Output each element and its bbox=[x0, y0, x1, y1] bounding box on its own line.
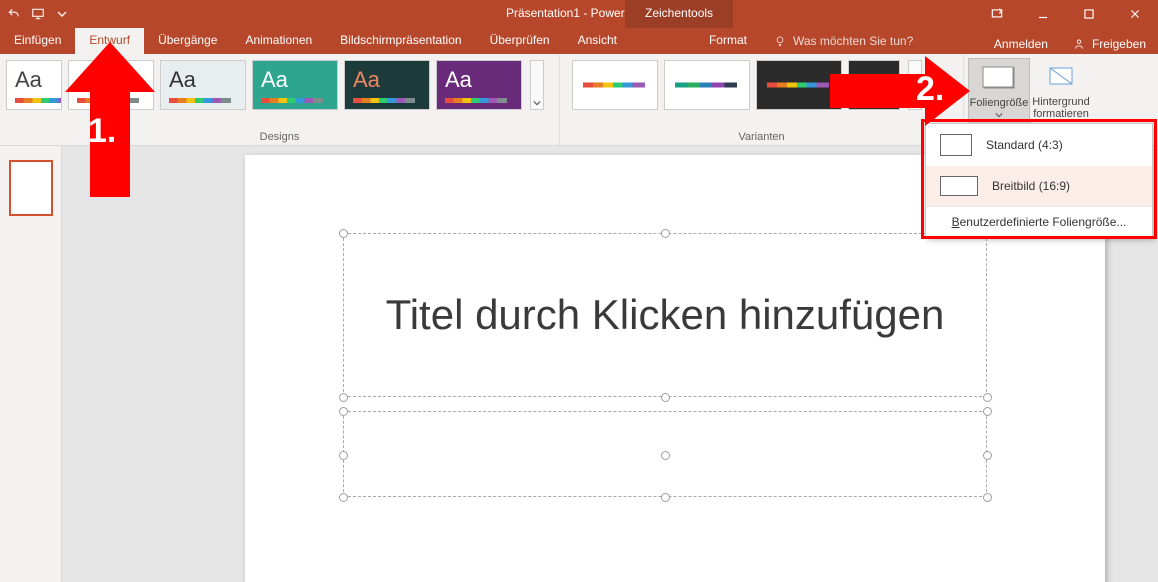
contextual-tab-zeichentools[interactable]: Zeichentools bbox=[625, 0, 733, 28]
ribbon-display-options-icon[interactable] bbox=[974, 0, 1020, 28]
variant-thumb[interactable] bbox=[848, 60, 900, 110]
slide-size-icon bbox=[980, 63, 1018, 93]
slide-size-custom[interactable]: Benutzerdefinierte Foliengröße... bbox=[926, 207, 1152, 237]
tab-bildschirmpraesentation[interactable]: Bildschirmpräsentation bbox=[326, 28, 475, 54]
selection-handle[interactable] bbox=[661, 493, 670, 502]
variant-thumb[interactable] bbox=[756, 60, 842, 110]
selection-handle[interactable] bbox=[661, 451, 670, 460]
selection-handle[interactable] bbox=[661, 229, 670, 238]
theme-thumb[interactable]: Aa bbox=[6, 60, 62, 110]
selection-handle[interactable] bbox=[983, 393, 992, 402]
tab-format[interactable]: Format bbox=[695, 28, 761, 54]
theme-thumb[interactable]: Aa bbox=[68, 60, 154, 110]
slide-thumbnail-1[interactable] bbox=[9, 160, 53, 216]
theme-thumb[interactable]: Aa bbox=[436, 60, 522, 110]
title-placeholder[interactable]: Titel durch Klicken hinzufügen bbox=[343, 233, 987, 397]
tab-entwurf[interactable]: Entwurf bbox=[75, 28, 144, 54]
minimize-icon[interactable] bbox=[1020, 0, 1066, 28]
tab-uebergaenge[interactable]: Übergänge bbox=[144, 28, 231, 54]
qat-more-icon[interactable] bbox=[54, 6, 70, 22]
tell-me-search[interactable]: Was möchten Sie tun? bbox=[761, 28, 982, 54]
variant-thumb[interactable] bbox=[572, 60, 658, 110]
selection-handle[interactable] bbox=[339, 407, 348, 416]
share-button[interactable]: Freigeben bbox=[1060, 32, 1158, 51]
chevron-down-icon bbox=[995, 111, 1003, 119]
start-slideshow-icon[interactable] bbox=[30, 6, 46, 22]
selection-handle[interactable] bbox=[983, 407, 992, 416]
ribbon-group-variants: Varianten bbox=[560, 54, 964, 145]
slide-thumbnail-pane[interactable] bbox=[0, 146, 62, 582]
selection-handle[interactable] bbox=[339, 393, 348, 402]
slide-size-dropdown: Standard (4:3) Breitbild (16:9) Benutzer… bbox=[925, 123, 1153, 238]
group-label-variants: Varianten bbox=[560, 131, 963, 143]
close-icon[interactable] bbox=[1112, 0, 1158, 28]
themes-more-button[interactable] bbox=[530, 60, 544, 110]
title-bar: Präsentation1 - PowerPoint Zeichentools bbox=[0, 0, 1158, 28]
undo-icon[interactable] bbox=[6, 6, 22, 22]
signin-button[interactable]: Anmelden bbox=[982, 32, 1060, 51]
ribbon-tabs: Einfügen Entwurf Übergänge Animationen B… bbox=[0, 28, 1158, 54]
tab-ansicht[interactable]: Ansicht bbox=[564, 28, 631, 54]
format-background-icon bbox=[1042, 62, 1080, 92]
tab-animationen[interactable]: Animationen bbox=[231, 28, 326, 54]
selection-handle[interactable] bbox=[339, 229, 348, 238]
theme-thumb[interactable]: Aa bbox=[344, 60, 430, 110]
lightbulb-icon bbox=[773, 34, 787, 48]
group-label-designs: Designs bbox=[0, 131, 559, 143]
tell-me-placeholder: Was möchten Sie tun? bbox=[793, 34, 913, 48]
variant-thumb[interactable] bbox=[664, 60, 750, 110]
tabrow-right: Anmelden Freigeben bbox=[982, 28, 1158, 54]
ribbon-group-designs: Aa Aa Aa Aa Aa Aa Designs bbox=[0, 54, 560, 145]
theme-thumb[interactable]: Aa bbox=[160, 60, 246, 110]
selection-handle[interactable] bbox=[339, 493, 348, 502]
slide-size-widescreen[interactable]: Breitbild (16:9) bbox=[926, 166, 1152, 206]
share-icon bbox=[1072, 37, 1086, 51]
aspect-4-3-icon bbox=[940, 134, 972, 156]
selection-handle[interactable] bbox=[661, 393, 670, 402]
selection-handle[interactable] bbox=[339, 451, 348, 460]
variants-more-button[interactable] bbox=[908, 60, 922, 110]
maximize-icon[interactable] bbox=[1066, 0, 1112, 28]
aspect-16-9-icon bbox=[940, 176, 978, 196]
window-controls bbox=[974, 0, 1158, 28]
slide-size-standard[interactable]: Standard (4:3) bbox=[926, 124, 1152, 166]
tab-ueberpruefen[interactable]: Überprüfen bbox=[476, 28, 564, 54]
theme-thumb[interactable]: Aa bbox=[252, 60, 338, 110]
quick-access-toolbar bbox=[0, 6, 70, 22]
selection-handle[interactable] bbox=[983, 451, 992, 460]
tab-einfuegen[interactable]: Einfügen bbox=[0, 28, 75, 54]
selection-handle[interactable] bbox=[983, 493, 992, 502]
